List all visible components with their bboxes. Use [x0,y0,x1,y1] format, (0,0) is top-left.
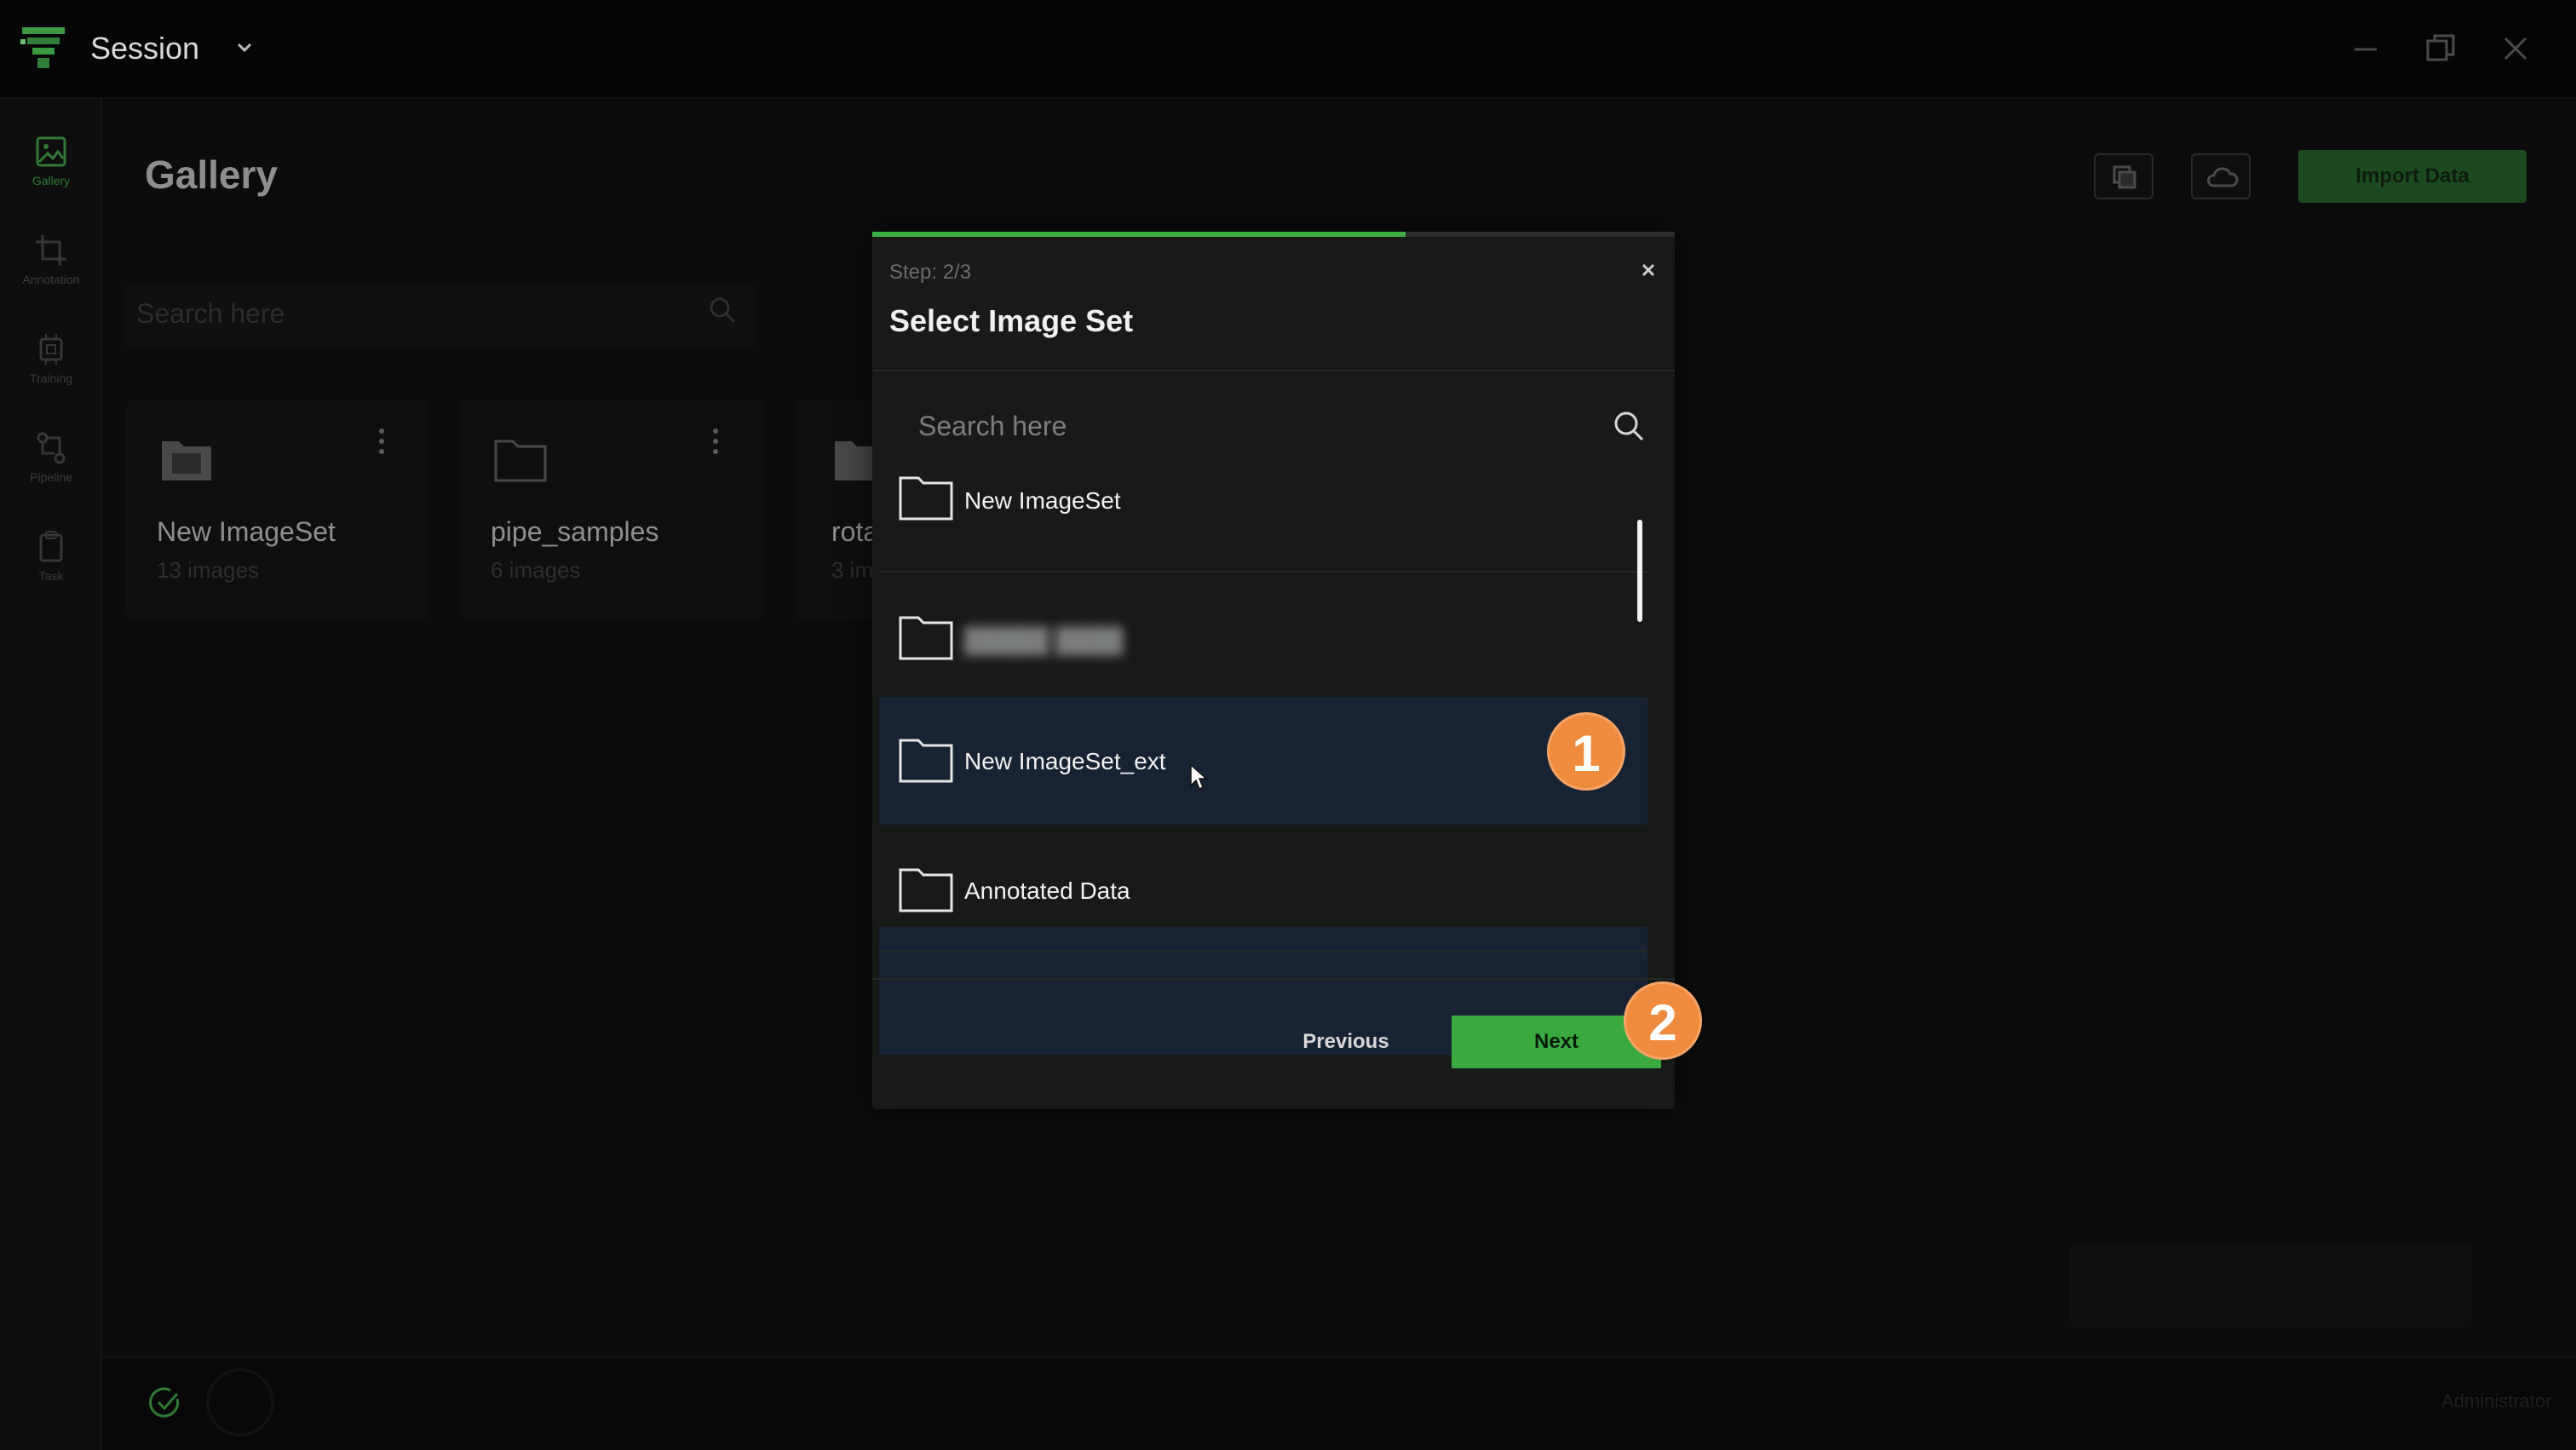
folder-icon [494,440,547,482]
folder-icon [899,476,953,521]
restore-icon[interactable] [2421,29,2460,68]
image-icon [36,136,66,167]
close-icon[interactable] [1636,257,1661,283]
divider [872,370,1675,371]
mouse-cursor-icon [1190,763,1208,791]
step-indicator: Step: 2/3 [889,261,972,284]
card-name: pipe_samples [491,516,659,547]
chip-icon [39,334,63,365]
rail-item-gallery[interactable]: Gallery [0,123,102,216]
folder-icon [899,739,953,783]
check-circle-icon [149,1387,180,1418]
more-options-icon[interactable] [375,426,388,457]
imageset-search [891,397,1658,455]
app-logo-icon [20,27,65,68]
search-icon[interactable] [707,295,738,325]
minimize-icon[interactable] [2346,29,2385,68]
card-name: New ImageSet [157,516,336,547]
session-title: Session [90,31,200,66]
notification-panel [2070,1246,2472,1327]
imageset-card[interactable]: New ImageSet 13 images [126,400,429,620]
list-item-selected[interactable]: New ImageSet_ext [879,697,1647,825]
user-name: Administrator [2441,1390,2552,1412]
imageset-card[interactable]: rota 3 im [796,400,884,620]
imageset-card[interactable]: pipe_samples 6 images [460,400,763,620]
page-title: Gallery [145,152,278,197]
cloud-icon [2207,167,2239,187]
more-options-icon[interactable] [709,426,722,457]
dialog-title: Select Image Set [889,303,1134,338]
list-item[interactable]: New ImageSet [879,462,1647,573]
rail-label: Training [29,371,73,385]
status-indicator [206,1368,274,1436]
card-name: rota [831,516,879,547]
toggle-view-button[interactable] [2094,153,2153,199]
crop-icon [36,235,66,266]
folder-image-icon [162,441,211,480]
list-item[interactable]: Annotated Data [879,825,1647,952]
list-item[interactable]: █████ ████ [879,573,1647,700]
rail-label: Annotation [22,273,80,286]
folder-icon [899,616,953,660]
list-item-label: New ImageSet [964,487,1121,514]
close-icon[interactable] [2496,29,2535,68]
divider [872,978,1675,980]
step-progress-bar [872,232,1675,237]
import-data-button[interactable]: Import Data [2298,150,2527,203]
card-count: 13 images [157,557,259,583]
step-callout-badge: 1 [1547,712,1625,791]
pipeline-icon [37,432,66,464]
list-scrollbar[interactable] [1637,520,1642,622]
title-bar: Session [0,0,2576,99]
select-imageset-dialog: Step: 2/3 Select Image Set New ImageSet … [872,232,1675,1109]
search-icon[interactable] [1612,409,1646,443]
imageset-search-input[interactable] [891,397,1658,455]
rail-item-training[interactable]: Training [0,320,102,414]
gallery-search-placeholder: Search here [136,298,285,329]
rail-item-annotation[interactable]: Annotation [0,222,102,315]
folder-icon [899,868,953,912]
card-count: 3 im [831,557,874,583]
status-bar [102,1356,2576,1450]
clipboard-icon [39,531,63,562]
rail-label: Gallery [32,174,71,187]
step-progress-fill [872,232,1406,237]
chevron-down-icon[interactable] [232,37,257,58]
cloud-button[interactable] [2191,153,2251,199]
previous-button[interactable]: Previous [1268,1016,1424,1068]
rail-item-pipeline[interactable]: Pipeline [0,419,102,513]
left-nav-rail: Gallery Annotation Training Pipeline Tas… [0,99,102,1450]
rail-label: Pipeline [30,470,72,484]
step-callout-badge: 2 [1624,981,1702,1060]
rail-item-task[interactable]: Task [0,518,102,612]
list-item-label: █████ ████ [964,627,1124,653]
list-item-label: New ImageSet_ext [964,748,1166,774]
layers-icon [2113,165,2136,189]
rail-label: Task [38,569,64,583]
list-item-label: Annotated Data [964,877,1130,904]
card-count: 6 images [491,557,581,583]
